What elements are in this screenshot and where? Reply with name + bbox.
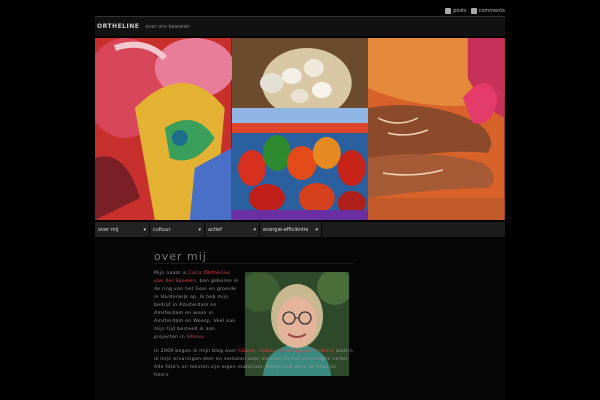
comments-feed-link[interactable]: comments [470,8,505,14]
blog-text: In 2009 begon ik mijn blog over [154,349,239,354]
chevron-down-icon: ▾ [143,226,146,233]
rss-icon [445,8,452,14]
rss-icon [470,8,477,14]
blog-paragraph: In 2009 begon ik mijn blog over Ghana, c… [154,348,354,380]
site-header: ORTHELINE over ons bewaren [95,16,505,36]
nav-label: cultuur [153,226,171,233]
market-photo [231,38,369,220]
fabric-photo [95,38,232,220]
posts-feed-link[interactable]: posts [445,8,467,14]
posts-feed-label: posts [453,8,467,14]
nav-item-energie-efficientie[interactable]: energie-efficiëntie ▾ [260,222,322,237]
chevron-down-icon: ▾ [198,226,201,233]
nav-item-over-mij[interactable]: over mij ▾ [95,222,150,237]
nav-label: energie-efficiëntie [263,226,309,233]
henna-hands-photo [368,38,506,220]
page-title: over mij [154,250,207,263]
chevron-down-icon: ▾ [315,226,318,233]
nav-label: over mij [98,226,119,233]
nav-item-actief[interactable]: actief ▾ [205,222,260,237]
site-tagline: over ons bewaren [145,23,191,30]
intro-text: Mijn naam is [154,271,189,276]
intro-paragraph: Mijn naam is Carla (Orthe)ine van der Sp… [154,270,240,342]
main-navigation: over mij ▾ cultuur ▾ actief ▾ energie-ef… [95,222,505,237]
intro-text: , ben geboren in de ring van het Gooi en… [154,279,239,340]
blog-topic-link[interactable]: Ghana, cultuur en energie-efficiëntie [238,349,334,354]
ghana-link[interactable]: Ghana [187,335,204,340]
chevron-down-icon: ▾ [253,226,256,233]
site-logo[interactable]: ORTHELINE [97,23,139,30]
nav-item-cultuur[interactable]: cultuur ▾ [150,222,205,237]
header-photo-strip [95,38,506,220]
title-divider [154,263,354,264]
intro-text: . [203,335,205,340]
nav-label: actief [208,226,222,233]
comments-feed-label: comments [478,8,505,14]
